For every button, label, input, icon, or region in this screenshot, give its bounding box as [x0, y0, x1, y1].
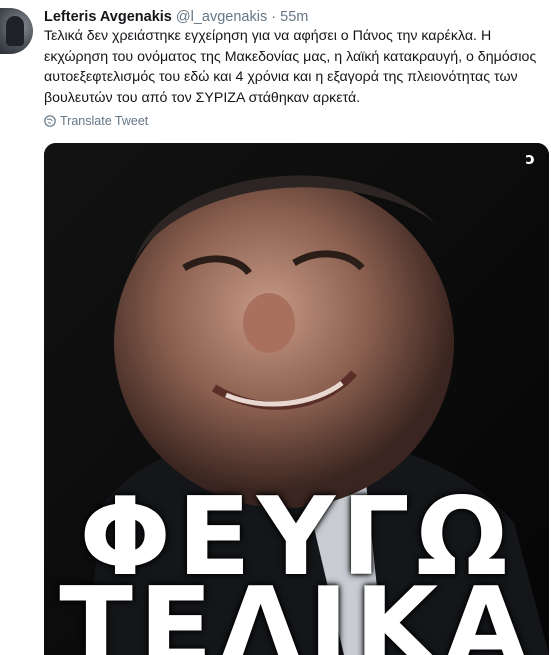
tweet-image[interactable]: ɔ ΦΕΥΓΩ ΤΕΛΙΚΑ: [44, 143, 549, 655]
image-watermark: ɔ: [525, 149, 535, 168]
avatar-figure: [6, 16, 24, 46]
tweet-timestamp[interactable]: 55m: [280, 9, 308, 25]
globe-icon: [44, 115, 56, 127]
tweet-header: Lefteris Avgenakis @l_avgenakis · 55m: [44, 8, 541, 27]
translate-tweet-link[interactable]: Translate Tweet: [44, 114, 148, 128]
author-handle[interactable]: @l_avgenakis: [176, 9, 267, 25]
author-name[interactable]: Lefteris Avgenakis: [44, 9, 172, 25]
header-separator: ·: [271, 9, 277, 25]
translate-label: Translate Tweet: [60, 114, 149, 128]
image-caption-line-2: ΤΕΛΙΚΑ: [59, 565, 534, 655]
author-avatar[interactable]: [0, 8, 33, 54]
tweet-text: Τελικά δεν χρειάστηκε εγχείρηση για να α…: [44, 28, 537, 106]
